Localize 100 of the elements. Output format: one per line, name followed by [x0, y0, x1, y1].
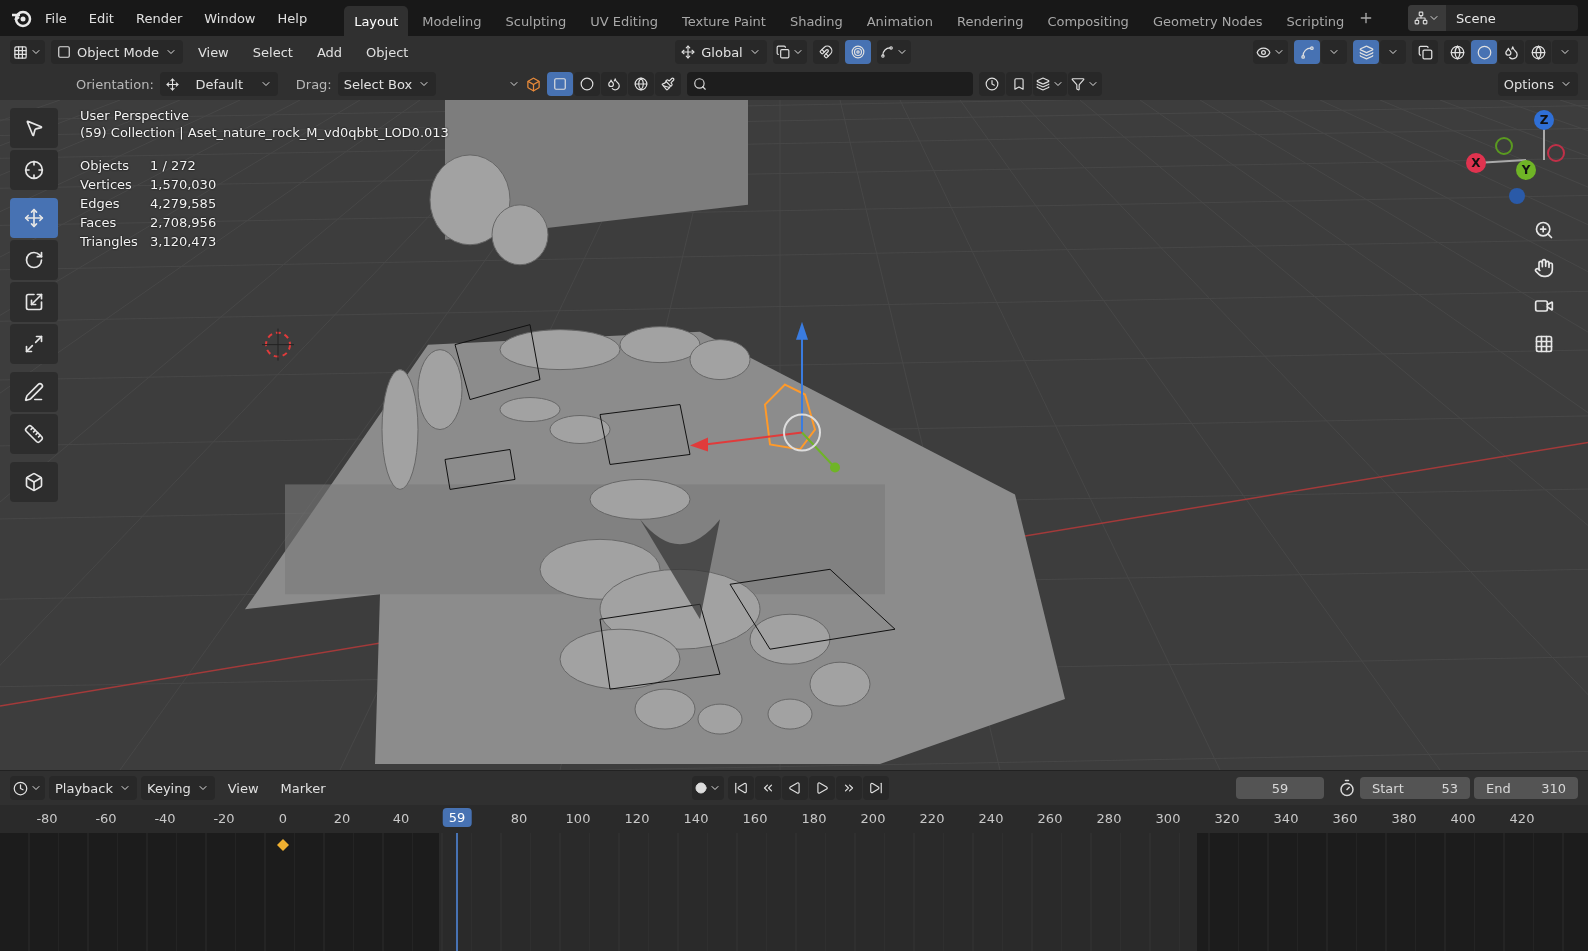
xray-icon — [1417, 44, 1433, 60]
workspace-tab[interactable]: Layout — [344, 6, 409, 36]
scale-tool-button[interactable] — [10, 282, 58, 322]
clock-icon — [985, 77, 1000, 91]
shading-button[interactable] — [1498, 40, 1524, 64]
shading-button[interactable] — [1444, 40, 1470, 64]
editor-type-button[interactable] — [10, 40, 45, 64]
proportional-editing-icon — [851, 45, 865, 59]
menu-item[interactable]: Help — [268, 6, 317, 30]
menu-item[interactable]: Render — [126, 6, 192, 30]
workspace-tab[interactable]: Shading — [779, 6, 853, 36]
move-tool-button[interactable] — [10, 198, 58, 238]
frame-tick-label: 380 — [1391, 811, 1417, 826]
menu-item[interactable]: Select — [243, 40, 302, 64]
options-dropdown[interactable]: Options — [1497, 72, 1578, 96]
select-mode-button[interactable] — [628, 72, 655, 96]
menu-item[interactable]: Window — [195, 6, 265, 30]
workspace-tab[interactable]: Scripting — [1276, 6, 1355, 36]
move-icon — [24, 208, 44, 228]
prev-keyframe-button[interactable] — [755, 776, 782, 800]
search-field[interactable] — [687, 72, 974, 96]
select-mode-button[interactable] — [547, 72, 574, 96]
orientation-dropdown[interactable]: Global — [675, 40, 767, 64]
stat-value: 1 / 272 — [150, 158, 197, 173]
play-reverse-icon — [788, 781, 803, 795]
shading-button[interactable] — [1525, 40, 1551, 64]
gizmo-button[interactable] — [1294, 40, 1320, 64]
workspace-tab[interactable]: Rendering — [947, 6, 1034, 36]
rotate-tool-button[interactable] — [10, 240, 58, 280]
jump-start-button[interactable] — [728, 776, 755, 800]
current-frame-field[interactable]: 59 — [1236, 777, 1324, 799]
menu-item[interactable]: Marker — [271, 776, 335, 800]
add-cube-tool-button[interactable] — [10, 462, 58, 502]
transform-tool-button[interactable] — [10, 324, 58, 364]
frame-tick-label: 320 — [1214, 811, 1240, 826]
workspace-tab[interactable]: Geometry Nodes — [1142, 6, 1273, 36]
proportional-button[interactable] — [845, 40, 871, 64]
scene-icon — [1414, 11, 1428, 25]
menu-item[interactable]: Edit — [79, 6, 123, 30]
menu-item[interactable]: Add — [307, 40, 352, 64]
menu-item[interactable]: View — [188, 40, 238, 64]
select-tool-button[interactable] — [10, 108, 58, 148]
mode-dropdown[interactable]: Object Mode — [51, 40, 183, 64]
scale-icon — [24, 292, 44, 312]
stat-label: Faces — [80, 215, 118, 230]
falloff-curve-icon — [880, 45, 894, 59]
falloff-button[interactable] — [877, 40, 911, 64]
workspace-tab[interactable]: Sculpting — [495, 6, 577, 36]
overlays-icon — [1358, 44, 1374, 60]
frame-tick-label: -80 — [36, 811, 58, 826]
xray-button[interactable] — [1412, 40, 1438, 64]
workspace-tab[interactable]: Animation — [856, 6, 943, 36]
timer-icon[interactable] — [1338, 779, 1356, 797]
visibility-button[interactable] — [1253, 40, 1288, 64]
workspace-tab[interactable]: Texture Paint — [672, 6, 776, 36]
record-button[interactable] — [692, 776, 725, 800]
drag-dropdown[interactable]: Select Box — [337, 72, 437, 96]
scene-field[interactable]: Scene — [1408, 5, 1578, 31]
bookmark-button[interactable] — [1006, 72, 1033, 96]
dropdown-button[interactable] — [1380, 40, 1406, 64]
pivot-button[interactable] — [773, 40, 807, 64]
frame-tick-label: -20 — [213, 811, 235, 826]
workspace-tab[interactable]: Modeling — [412, 6, 492, 36]
jump-end-button[interactable] — [863, 776, 890, 800]
layout-button[interactable] — [1033, 72, 1068, 96]
next-keyframe-button[interactable] — [836, 776, 863, 800]
menu-item[interactable]: View — [218, 776, 268, 800]
workspace-tab[interactable]: UV Editing — [580, 6, 668, 36]
axis-ball[interactable]: X — [1466, 153, 1486, 173]
menu-dropdown[interactable]: Playback — [49, 776, 137, 800]
editor-type-button[interactable] — [10, 776, 45, 800]
workspace-tab[interactable]: Compositing — [1037, 6, 1139, 36]
snap-button[interactable] — [813, 40, 839, 64]
play-reverse-button[interactable] — [782, 776, 809, 800]
cursor-tool-button[interactable] — [10, 150, 58, 190]
play-button[interactable] — [809, 776, 836, 800]
menu-item[interactable]: Object — [357, 40, 418, 64]
select-mode-button[interactable] — [655, 72, 682, 96]
current-frame-marker[interactable]: 59 — [442, 808, 472, 827]
select-mode-button[interactable] — [601, 72, 628, 96]
menu-item[interactable]: File — [36, 6, 76, 30]
material-icon — [1503, 44, 1519, 60]
annotate-tool-button[interactable] — [10, 372, 58, 412]
object-mode-icon — [57, 45, 71, 59]
axis-ball[interactable]: Z — [1534, 110, 1554, 130]
dropdown-button[interactable] — [1321, 40, 1347, 64]
menu-dropdown[interactable]: Keying — [141, 776, 215, 800]
overlays-button[interactable] — [1353, 40, 1379, 64]
orientation-dropdown[interactable]: Default — [159, 72, 278, 96]
end-frame-field[interactable]: End 310 — [1474, 777, 1578, 799]
select-mode-button[interactable] — [574, 72, 601, 96]
frame-tick-label: 400 — [1450, 811, 1476, 826]
select-icon — [24, 118, 44, 138]
drag-label: Drag: — [295, 76, 332, 92]
cube-icon — [526, 76, 542, 92]
frame-tick-label: 260 — [1037, 811, 1063, 826]
measure-tool-button[interactable] — [10, 414, 58, 454]
jump-end-icon — [869, 781, 884, 795]
start-frame-field[interactable]: Start 53 — [1360, 777, 1470, 799]
axis-ball[interactable]: Y — [1516, 160, 1536, 180]
